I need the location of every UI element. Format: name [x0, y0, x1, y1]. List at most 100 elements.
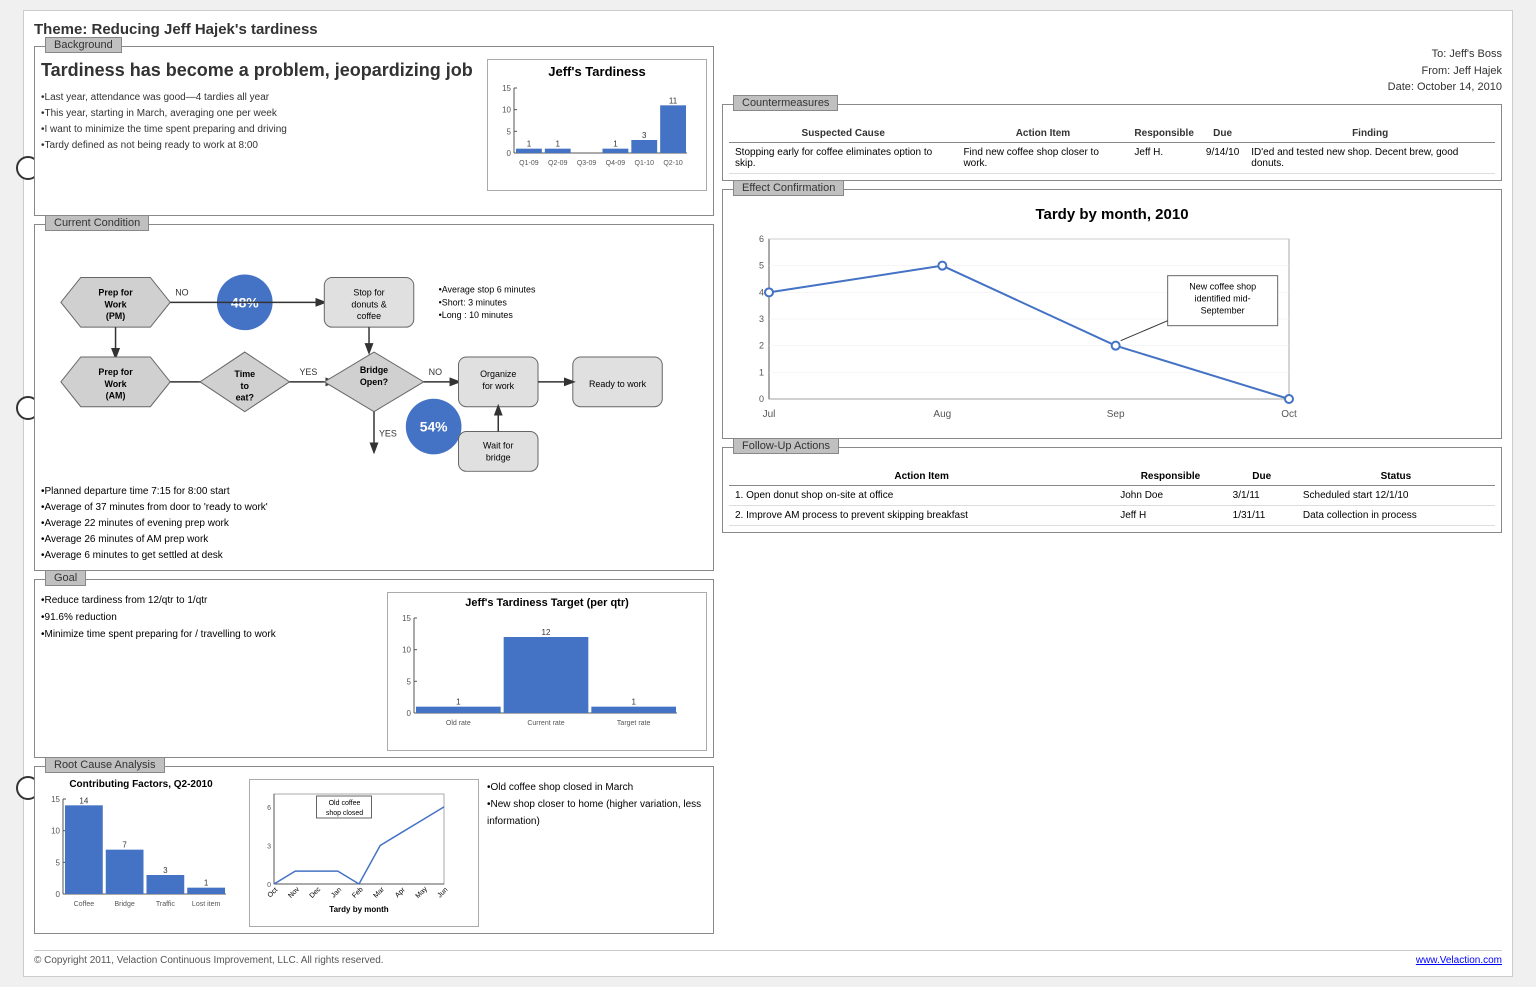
background-content: Tardiness has become a problem, jeopardi…	[41, 59, 707, 191]
fu-responsible: John Doe	[1114, 485, 1226, 505]
bg-bullet: •Tardy defined as not being ready to wor…	[41, 138, 479, 154]
memo-area: To: Jeff's Boss From: Jeff Hajek Date: O…	[722, 46, 1502, 96]
fu-due: 3/1/11	[1227, 485, 1297, 505]
svg-text:2: 2	[759, 340, 764, 350]
svg-text:coffee: coffee	[357, 311, 381, 321]
memo-from: From: Jeff Hajek	[722, 63, 1502, 80]
svg-text:Time: Time	[234, 369, 255, 379]
svg-text:5: 5	[407, 677, 412, 686]
svg-text:Mar: Mar	[372, 886, 386, 900]
svg-text:Q1-09: Q1-09	[519, 160, 539, 167]
goal-section: Goal •Reduce tardiness from 12/qtr to 1/…	[34, 579, 714, 758]
svg-text:14: 14	[79, 796, 88, 805]
svg-text:1: 1	[456, 698, 461, 707]
goal-bar-svg: 0510151121Old rateCurrent rateTarget rat…	[392, 613, 682, 743]
tardiness-chart-title: Jeff's Tardiness	[492, 64, 702, 79]
svg-text:Oct: Oct	[1281, 409, 1297, 420]
fu-row: 1. Open donut shop on-site at office Joh…	[729, 485, 1495, 505]
svg-text:15: 15	[402, 614, 411, 623]
svg-text:3: 3	[267, 843, 271, 850]
followup-table: Action ItemResponsibleDueStatus 1. Open …	[729, 468, 1495, 526]
cc-bullet: •Planned departure time 7:15 for 8:00 st…	[41, 484, 707, 500]
svg-text:Work: Work	[104, 379, 126, 389]
svg-text:1: 1	[527, 140, 532, 149]
svg-text:Work: Work	[104, 299, 126, 309]
svg-text:Jul: Jul	[763, 409, 776, 420]
svg-text:Stop for: Stop for	[353, 287, 384, 297]
rca-label: Root Cause Analysis	[45, 757, 165, 773]
svg-text:Feb: Feb	[351, 886, 365, 900]
svg-text:Lost item: Lost item	[192, 901, 221, 908]
footer-website[interactable]: www.Velaction.com	[1416, 955, 1502, 966]
svg-text:3: 3	[163, 866, 168, 875]
svg-text:Organize: Organize	[480, 369, 516, 379]
svg-text:Open?: Open?	[360, 377, 388, 387]
cm-responsible: Jeff H.	[1128, 142, 1199, 173]
followup-content: Action ItemResponsibleDueStatus 1. Open …	[729, 468, 1495, 526]
cm-cause: Stopping early for coffee eliminates opt…	[729, 142, 957, 173]
fu-header: Responsible	[1114, 468, 1226, 486]
left-column: Background Tardiness has become a proble…	[34, 46, 714, 942]
fu-responsible: Jeff H	[1114, 505, 1226, 525]
svg-text:Q2-10: Q2-10	[663, 160, 683, 167]
svg-text:Tardy by month: Tardy by month	[329, 905, 389, 914]
effect-confirmation-label: Effect Confirmation	[733, 180, 844, 196]
rca-bullet: •New shop closer to home (higher variati…	[487, 796, 707, 830]
svg-text:12: 12	[542, 628, 551, 637]
footer-copyright: © Copyright 2011, Velaction Continuous I…	[34, 955, 384, 966]
rca-bar-chart: Contributing Factors, Q2-2010 0510151473…	[41, 779, 241, 927]
fu-header: Due	[1227, 468, 1297, 486]
countermeasures-table: Suspected CauseAction ItemResponsibleDue…	[729, 125, 1495, 174]
svg-text:•Average stop 6 minutes: •Average stop 6 minutes	[439, 284, 536, 294]
rca-bullet: •Old coffee shop closed in March	[487, 779, 707, 796]
svg-text:Target rate: Target rate	[617, 720, 651, 727]
svg-text:54%: 54%	[420, 419, 448, 435]
bg-bullet: •I want to minimize the time spent prepa…	[41, 122, 479, 138]
tardiness-bar-svg: 051015111311Q1-09Q2-09Q3-09Q4-09Q1-10Q2-…	[492, 83, 692, 183]
svg-text:bridge: bridge	[486, 452, 511, 462]
svg-text:6: 6	[267, 805, 271, 812]
svg-text:5: 5	[759, 260, 764, 270]
effect-confirmation-section: Effect Confirmation Tardy by month, 2010…	[722, 189, 1502, 439]
svg-text:Current rate: Current rate	[527, 720, 564, 727]
cm-action: Find new coffee shop closer to work.	[957, 142, 1128, 173]
svg-text:shop closed: shop closed	[326, 810, 363, 817]
svg-text:Ready to work: Ready to work	[589, 379, 647, 389]
right-column: To: Jeff's Boss From: Jeff Hajek Date: O…	[722, 46, 1502, 942]
fu-header: Status	[1297, 468, 1495, 486]
svg-text:Aug: Aug	[933, 409, 951, 420]
memo-to: To: Jeff's Boss	[722, 46, 1502, 63]
svg-text:for work: for work	[482, 381, 514, 391]
svg-text:Apr: Apr	[394, 886, 407, 899]
svg-text:YES: YES	[299, 367, 317, 377]
goal-bullet: •Minimize time spent preparing for / tra…	[41, 626, 379, 643]
bg-bullet: •This year, starting in March, averaging…	[41, 106, 479, 122]
svg-text:Old rate: Old rate	[446, 720, 471, 727]
svg-text:Jun: Jun	[436, 886, 449, 899]
svg-text:0: 0	[56, 890, 61, 899]
svg-text:0: 0	[267, 882, 271, 889]
svg-text:5: 5	[507, 127, 512, 136]
background-section: Background Tardiness has become a proble…	[34, 46, 714, 216]
svg-text:10: 10	[502, 106, 511, 115]
theme-title: Theme: Reducing Jeff Hajek's tardiness	[34, 21, 1502, 38]
rca-line-chart: 036Old coffeeshop closedOctNovDecJanFebM…	[249, 779, 479, 927]
cm-finding: ID'ed and tested new shop. Decent brew, …	[1245, 142, 1495, 173]
cc-bullet: •Average 22 minutes of evening prep work	[41, 516, 707, 532]
svg-text:1: 1	[631, 698, 636, 707]
fu-header: Action Item	[729, 468, 1114, 486]
svg-text:3: 3	[642, 131, 647, 140]
svg-text:New coffee shop: New coffee shop	[1189, 281, 1256, 291]
svg-text:Dec: Dec	[309, 886, 323, 900]
svg-text:Bridge: Bridge	[115, 901, 135, 908]
svg-text:1: 1	[613, 140, 618, 149]
fu-action: 1. Open donut shop on-site at office	[729, 485, 1114, 505]
cm-header: Responsible	[1128, 125, 1199, 143]
cm-row: Stopping early for coffee eliminates opt…	[729, 142, 1495, 173]
cc-bullets: •Planned departure time 7:15 for 8:00 st…	[41, 484, 707, 564]
countermeasures-section: Countermeasures Suspected CauseAction It…	[722, 104, 1502, 181]
svg-text:Old coffee: Old coffee	[329, 800, 361, 807]
footer: © Copyright 2011, Velaction Continuous I…	[34, 950, 1502, 966]
svg-text:Nov: Nov	[287, 886, 301, 900]
countermeasures-content: Suspected CauseAction ItemResponsibleDue…	[729, 125, 1495, 174]
